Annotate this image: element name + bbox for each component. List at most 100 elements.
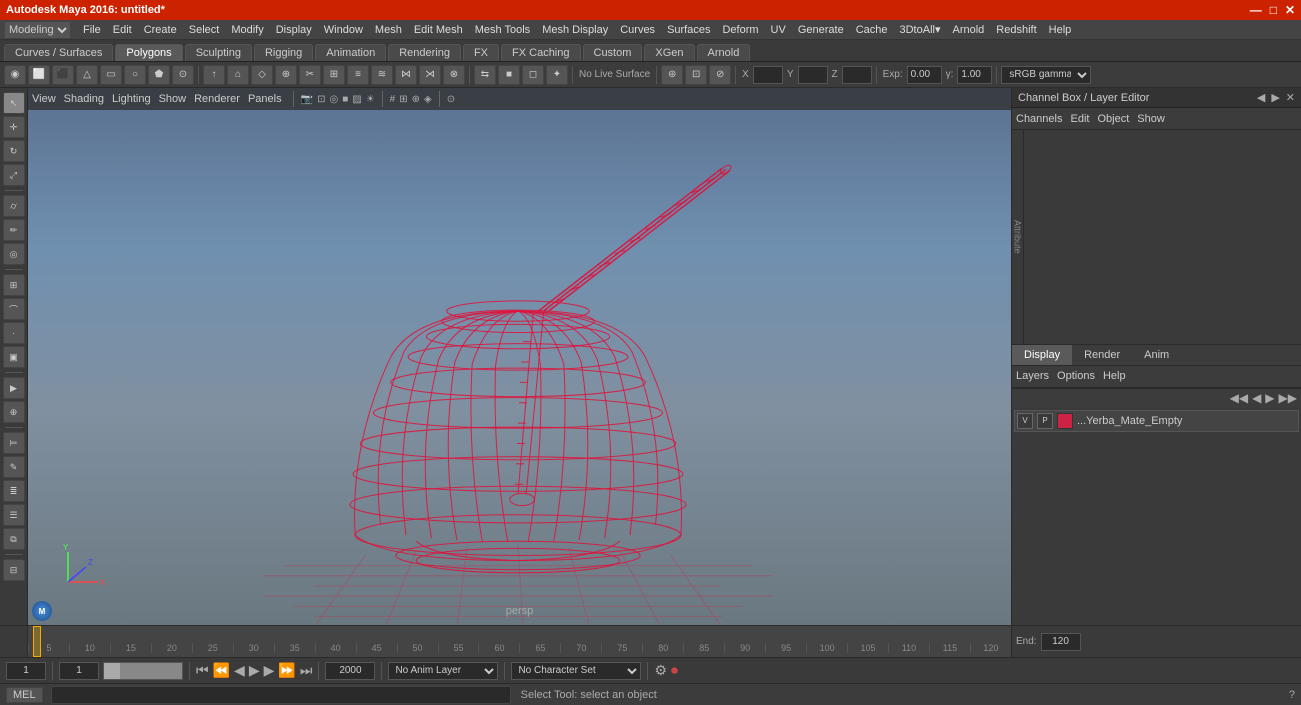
shelf-tab-rigging[interactable]: Rigging [254, 44, 313, 61]
shelf-tab-custom[interactable]: Custom [583, 44, 643, 61]
playback-end-field[interactable] [325, 662, 375, 680]
layers-tab[interactable]: Layers [1016, 370, 1049, 382]
menu-modify[interactable]: Modify [231, 24, 263, 36]
anim-tab[interactable]: Anim [1132, 345, 1181, 365]
arrow-back[interactable]: ◀◀ [1230, 391, 1248, 405]
smooth-btn[interactable]: ◎ [329, 94, 338, 105]
arrow-forward[interactable]: ▶▶ [1279, 391, 1297, 405]
tb-torus[interactable]: ○ [124, 65, 146, 85]
menu-file[interactable]: File [83, 24, 101, 36]
script-mode-indicator[interactable]: MEL [6, 687, 43, 703]
render-preview[interactable]: ▶ [3, 377, 25, 399]
right-panel-controls[interactable]: ◀ ▶ ✕ [1257, 91, 1295, 104]
close-btn[interactable]: ✕ [1285, 3, 1295, 17]
panels-menu[interactable]: Panels [248, 93, 282, 105]
paint-tool[interactable]: ✏ [3, 219, 25, 241]
snap-curve[interactable]: ⌒ [3, 298, 25, 320]
tb-soft[interactable]: ⊘ [709, 65, 731, 85]
auto-key-btn[interactable]: ⏺ [671, 662, 678, 679]
frame-slider[interactable] [103, 662, 183, 680]
tb-extrude[interactable]: ↑ [203, 65, 225, 85]
tb-insert[interactable]: ⊞ [323, 65, 345, 85]
channel-box-btn[interactable]: ☰ [3, 504, 25, 526]
isolate-btn[interactable]: ⊙ [447, 94, 455, 105]
tb-pipe[interactable]: ⊙ [172, 65, 194, 85]
color-profile-select[interactable]: sRGB gamma [1001, 66, 1091, 84]
tb-subdiv[interactable]: ≡ [347, 65, 369, 85]
shelf-tab-xgen[interactable]: XGen [644, 44, 694, 61]
menu-mesh-display[interactable]: Mesh Display [542, 24, 608, 36]
tb-sphere[interactable]: ◉ [4, 65, 26, 85]
timeline-ruler[interactable]: 5 10 15 20 25 30 35 40 45 50 55 60 65 70… [28, 626, 1011, 657]
panel-arrow-left[interactable]: ◀ [1257, 91, 1265, 104]
shading-menu[interactable]: Shading [64, 93, 104, 105]
shelf-tab-fx[interactable]: FX [463, 44, 499, 61]
move-tool[interactable]: ✛ [3, 116, 25, 138]
y-field[interactable] [798, 66, 828, 84]
snap-grid[interactable]: ⊞ [3, 274, 25, 296]
window-controls[interactable]: — □ ✕ [1250, 3, 1295, 17]
shelf-tab-curves[interactable]: Curves / Surfaces [4, 44, 113, 61]
help-line-btn[interactable]: ? [1289, 689, 1295, 701]
arrow-prev[interactable]: ◀ [1252, 391, 1261, 405]
tb-fill[interactable]: ■ [498, 65, 520, 85]
menu-help[interactable]: Help [1049, 24, 1072, 36]
viewport[interactable]: View Shading Lighting Show Renderer Pane… [28, 88, 1011, 625]
prefs-btn[interactable]: ⚙ [654, 662, 667, 679]
tb-boolean[interactable]: ⊗ [443, 65, 465, 85]
select-tool[interactable]: ↖ [3, 92, 25, 114]
minimize-btn[interactable]: — [1250, 3, 1262, 17]
go-end-btn[interactable]: ⏭ [300, 662, 313, 679]
shelf-tab-arnold[interactable]: Arnold [697, 44, 751, 61]
tb-cleanup[interactable]: ✦ [546, 65, 568, 85]
current-frame-field[interactable] [6, 662, 46, 680]
snap-point[interactable]: · [3, 322, 25, 344]
script-input[interactable] [51, 686, 511, 704]
play-btn[interactable]: ▶ [249, 662, 260, 679]
measure-tool[interactable]: ⊨ [3, 432, 25, 454]
layer-color-swatch[interactable] [1057, 413, 1073, 429]
lasso-tool[interactable]: ⌭ [3, 195, 25, 217]
tb-reduce[interactable]: ◻ [522, 65, 544, 85]
textured-btn[interactable]: ▨ [352, 94, 361, 105]
tb-split[interactable]: ✂ [299, 65, 321, 85]
attr-editor[interactable]: ≣ [3, 480, 25, 502]
channels-tab[interactable]: Channels [1016, 113, 1062, 125]
lighting-menu[interactable]: Lighting [112, 93, 151, 105]
list-item[interactable]: V P ...Yerba_Mate_Empty [1014, 410, 1299, 432]
object-tab[interactable]: Object [1097, 113, 1129, 125]
shelf-tab-sculpting[interactable]: Sculpting [185, 44, 252, 61]
tb-cylinder[interactable]: ⬛ [52, 65, 74, 85]
show-manips[interactable]: ⊕ [3, 401, 25, 423]
panel-close[interactable]: ✕ [1286, 91, 1295, 104]
wireframe-btn[interactable]: ⊡ [317, 94, 325, 105]
menu-redshift[interactable]: Redshift [996, 24, 1036, 36]
gamma-field[interactable] [957, 66, 992, 84]
menu-curves[interactable]: Curves [620, 24, 655, 36]
layer-editor-btn[interactable]: ⧉ [3, 528, 25, 550]
show-menu[interactable]: Show [159, 93, 187, 105]
tb-bridge[interactable]: ⌂ [227, 65, 249, 85]
options-tab[interactable]: Options [1057, 370, 1095, 382]
tb-mirror[interactable]: ⇆ [474, 65, 496, 85]
mode-selector[interactable]: Modeling [4, 21, 71, 39]
menu-surfaces[interactable]: Surfaces [667, 24, 710, 36]
prev-key-btn[interactable]: ⏪ [213, 662, 230, 679]
timeline-area[interactable]: 5 10 15 20 25 30 35 40 45 50 55 60 65 70… [0, 625, 1301, 657]
menu-select[interactable]: Select [189, 24, 220, 36]
tb-bevel[interactable]: ◇ [251, 65, 273, 85]
tb-snap[interactable]: ⊡ [685, 65, 707, 85]
menu-display[interactable]: Display [276, 24, 312, 36]
menu-deform[interactable]: Deform [722, 24, 758, 36]
char-set-select[interactable]: No Character Set [511, 662, 641, 680]
tb-combine[interactable]: ⋈ [395, 65, 417, 85]
tb-plane[interactable]: ▭ [100, 65, 122, 85]
menu-edit-mesh[interactable]: Edit Mesh [414, 24, 463, 36]
menu-generate[interactable]: Generate [798, 24, 844, 36]
current-frame-right[interactable] [59, 662, 99, 680]
prev-frame-btn[interactable]: ◀ [234, 662, 245, 679]
layer-playback-toggle[interactable]: P [1037, 413, 1053, 429]
anim-layer-select[interactable]: No Anim Layer [388, 662, 498, 680]
shelf-tab-polygons[interactable]: Polygons [115, 44, 182, 61]
renderer-menu[interactable]: Renderer [194, 93, 240, 105]
